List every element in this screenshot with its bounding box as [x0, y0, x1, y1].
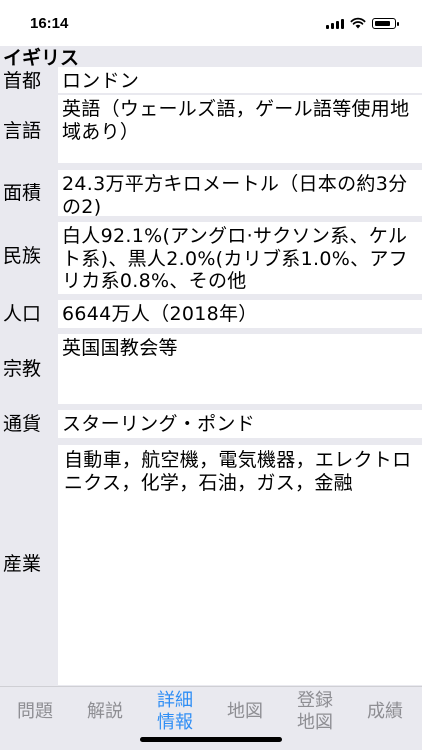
- value-industry: 自動車，航空機，電気機器，エレクトロニクス，化学，石油，ガス，金融: [58, 445, 422, 685]
- value-language: 英語（ウェールズ語，ゲール語等使用地域あり）: [58, 95, 422, 163]
- label-capital: 首都: [3, 70, 42, 92]
- tab-question[interactable]: 問題: [0, 687, 70, 737]
- home-indicator[interactable]: [140, 737, 282, 742]
- status-icons: [326, 17, 399, 29]
- status-bar: 16:14: [0, 0, 422, 46]
- tab-saved-maps[interactable]: 登録 地図: [280, 687, 350, 737]
- value-religion: 英国国教会等: [58, 334, 422, 404]
- label-currency: 通貨: [3, 413, 42, 435]
- wifi-icon: [350, 17, 366, 29]
- value-population: 6644万人（2018年）: [58, 300, 422, 328]
- battery-icon: [372, 18, 399, 29]
- label-industry: 産業: [3, 553, 42, 575]
- label-population: 人口: [3, 303, 42, 325]
- value-currency: スターリング・ポンド: [58, 410, 422, 438]
- label-language: 言語: [3, 120, 42, 142]
- tab-map[interactable]: 地図: [210, 687, 280, 737]
- status-time: 16:14: [30, 15, 69, 32]
- label-religion: 宗教: [3, 358, 42, 380]
- label-area: 面積: [3, 182, 42, 204]
- cellular-signal-icon: [326, 19, 344, 29]
- tab-explanation[interactable]: 解説: [70, 687, 140, 737]
- label-ethnicity: 民族: [3, 245, 42, 267]
- tab-details[interactable]: 詳細 情報: [140, 687, 210, 737]
- value-area: 24.3万平方キロメートル（日本の約3分の2): [58, 170, 422, 218]
- tab-score[interactable]: 成績: [350, 687, 420, 737]
- value-capital: ロンドン: [58, 67, 422, 93]
- value-ethnicity: 白人92.1%(アングロ·サクソン系、ケルト系)、黒人2.0%(カリブ系1.0%…: [58, 222, 422, 294]
